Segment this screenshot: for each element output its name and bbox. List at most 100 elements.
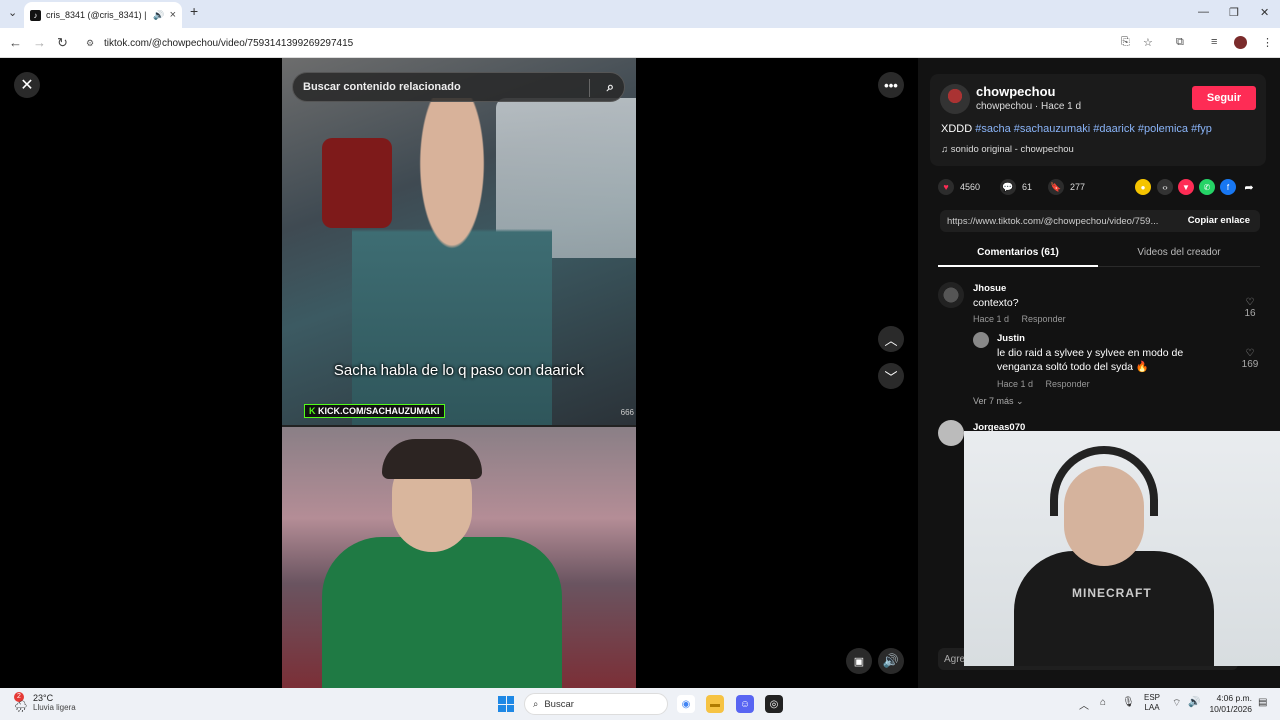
reload-icon[interactable]: ↻ <box>57 35 68 51</box>
share-link-field[interactable]: https://www.tiktok.com/@chowpechou/video… <box>940 210 1260 232</box>
clock-date: 10/01/2026 <box>1209 704 1252 714</box>
obs-icon[interactable]: ◎ <box>765 695 783 713</box>
facebook-icon[interactable]: f <box>1220 179 1236 195</box>
site-info-icon[interactable]: ⚙ <box>86 38 98 49</box>
comment-author[interactable]: Jhosue <box>973 283 1006 294</box>
comment-count: 61 <box>1022 182 1033 192</box>
coin-share-icon[interactable]: ● <box>1135 179 1151 195</box>
panel-tabs: Comentarios (61) Videos del creador <box>938 241 1260 267</box>
related-search-input[interactable]: Buscar contenido relacionado ⌕ <box>292 72 625 102</box>
comment-icon: 💬 <box>1000 179 1016 195</box>
comment-avatar[interactable] <box>938 282 964 308</box>
like-count: 4560 <box>960 182 981 192</box>
side-number: 666 <box>620 408 634 417</box>
reply-text: le dio raid a sylvee y sylvee en modo de… <box>997 347 1184 373</box>
comment-action[interactable]: 💬 61 <box>1000 179 1032 195</box>
share-link-text: https://www.tiktok.com/@chowpechou/video… <box>947 215 1159 227</box>
previous-video-button[interactable]: ︿ <box>878 326 904 352</box>
reply-button[interactable]: Responder <box>1022 314 1066 324</box>
view-more-replies[interactable]: Ver 7 más ⌄ <box>973 396 1024 407</box>
lang-primary: ESP <box>1144 693 1161 702</box>
wifi-icon[interactable]: ⌔ <box>1172 697 1181 710</box>
like-action[interactable]: ♥ 4560 <box>938 179 980 195</box>
comment-time: Hace 1 d <box>973 314 1010 324</box>
next-video-button[interactable]: ﹀ <box>878 363 904 389</box>
chevron-up-icon: ︿ <box>884 332 898 348</box>
window-close-icon[interactable]: ✕ <box>1260 6 1269 19</box>
search-icon: ⌕ <box>533 698 539 710</box>
bookmark-star-icon[interactable]: ☆ <box>1143 36 1153 49</box>
media-control-icon[interactable]: ≡ <box>1211 36 1217 48</box>
new-tab-icon[interactable]: + <box>190 3 198 19</box>
minecraft-shirt-logo: MINECRAFT <box>1072 586 1152 600</box>
weather-condition: Lluvia ligera <box>33 703 76 712</box>
tray-overflow-icon[interactable]: ︿ <box>1079 697 1089 712</box>
chevron-down-icon: ﹀ <box>884 369 898 385</box>
language-indicator[interactable]: ESP LAA <box>1144 693 1160 713</box>
microphone-icon[interactable]: 🎙 <box>1122 697 1135 708</box>
person-hair <box>382 439 482 479</box>
address-bar: ← → ↻ ⚙ tiktok.com/@chowpechou/video/759… <box>0 28 1280 58</box>
heart-outline-icon: ♡ <box>1245 348 1255 359</box>
embed-icon[interactable]: ‹› <box>1157 179 1173 195</box>
comment-text: contexto? <box>973 297 1019 309</box>
windows-taskbar: 2 🌧 23°C Lluvia ligera ⌕ Buscar ◉ ▬ ☺ ◎ … <box>0 688 1280 720</box>
share-arrow-icon[interactable]: ➦ <box>1241 179 1257 195</box>
reply-like[interactable]: ♡ 169 <box>1239 348 1261 370</box>
browser-menu-icon[interactable]: ⋮ <box>1262 36 1273 49</box>
close-video-button[interactable]: ✕ <box>14 72 40 98</box>
speaker-icon[interactable]: 🔊 <box>153 10 164 21</box>
network-tray-icon[interactable]: ⌂ <box>1100 697 1106 708</box>
creator-avatar[interactable] <box>940 84 970 114</box>
reply-avatar[interactable] <box>973 332 989 348</box>
copy-link-button[interactable]: Copiar enlace <box>1188 215 1250 226</box>
more-options-button[interactable]: ••• <box>878 72 904 98</box>
url-field[interactable]: ⚙ tiktok.com/@chowpechou/video/759314139… <box>78 32 1258 54</box>
mini-player-button[interactable]: ▣ <box>846 648 872 674</box>
comment-meta: Hace 1 d Responder <box>973 314 1066 324</box>
creator-username[interactable]: chowpechou <box>976 84 1055 99</box>
file-explorer-icon[interactable]: ▬ <box>706 695 724 713</box>
follow-button[interactable]: Seguir <box>1192 86 1256 110</box>
search-icon[interactable]: ⌕ <box>607 79 614 95</box>
windows-start-icon[interactable] <box>498 696 514 712</box>
taskbar-search[interactable]: ⌕ Buscar <box>524 693 668 715</box>
send-icon[interactable]: ▼ <box>1178 179 1194 195</box>
tab-creator-videos[interactable]: Videos del creador <box>1099 247 1259 258</box>
heart-outline-icon: ♡ <box>1245 297 1255 308</box>
hashtags[interactable]: #sacha #sachauzumaki #daarick #polemica … <box>975 123 1212 135</box>
browser-tab[interactable]: ♪ cris_8341 (@cris_8341) | Tik 🔊 × <box>24 2 182 28</box>
sound-link[interactable]: ♫ sonido original - chowpechou <box>941 144 1074 155</box>
reply-reply-button[interactable]: Responder <box>1046 379 1090 389</box>
creator-subline: chowpechou · Hace 1 d <box>976 101 1082 112</box>
back-icon[interactable]: ← <box>9 35 22 50</box>
profile-avatar[interactable] <box>1234 36 1247 49</box>
comment-avatar[interactable] <box>938 420 964 446</box>
taskbar-search-label: Buscar <box>544 698 574 710</box>
browser-tab-bar: ⌄ ♪ cris_8341 (@cris_8341) | Tik 🔊 × + —… <box>0 0 1280 28</box>
install-app-icon[interactable]: ⎘ <box>1121 36 1130 49</box>
volume-button[interactable]: 🔊 <box>878 648 904 674</box>
volume-tray-icon[interactable]: 🔊 <box>1188 697 1200 708</box>
reply-author[interactable]: Justin <box>997 333 1025 344</box>
kick-label: KICK.COM/SACHAUZUMAKI <box>318 406 440 416</box>
ellipsis-icon: ••• <box>884 77 898 93</box>
tab-close-icon[interactable]: × <box>170 9 176 21</box>
discord-icon[interactable]: ☺ <box>736 695 754 713</box>
system-clock[interactable]: 4:06 p.m. 10/01/2026 <box>1208 693 1252 715</box>
minimize-icon[interactable]: — <box>1198 6 1209 18</box>
url-text: tiktok.com/@chowpechou/video/75931413992… <box>104 37 354 49</box>
save-action[interactable]: 🔖 277 <box>1048 179 1085 195</box>
tab-list-icon[interactable]: ⌄ <box>8 6 17 19</box>
video-player[interactable]: Sacha habla de lo q paso con daarick K K… <box>282 58 636 688</box>
tab-comments[interactable]: Comentarios (61) <box>938 247 1098 258</box>
forward-icon[interactable]: → <box>33 35 46 50</box>
tiktok-favicon-icon: ♪ <box>30 9 41 21</box>
whatsapp-icon[interactable]: ✆ <box>1199 179 1215 195</box>
restore-icon[interactable]: ❐ <box>1229 6 1239 19</box>
chrome-icon[interactable]: ◉ <box>677 695 695 713</box>
comment-like[interactable]: ♡ 16 <box>1239 297 1261 319</box>
notifications-icon[interactable]: ▤ <box>1258 697 1267 708</box>
clock-time: 4:06 p.m. <box>1216 693 1252 703</box>
extensions-icon[interactable]: ⧉ <box>1176 36 1184 49</box>
